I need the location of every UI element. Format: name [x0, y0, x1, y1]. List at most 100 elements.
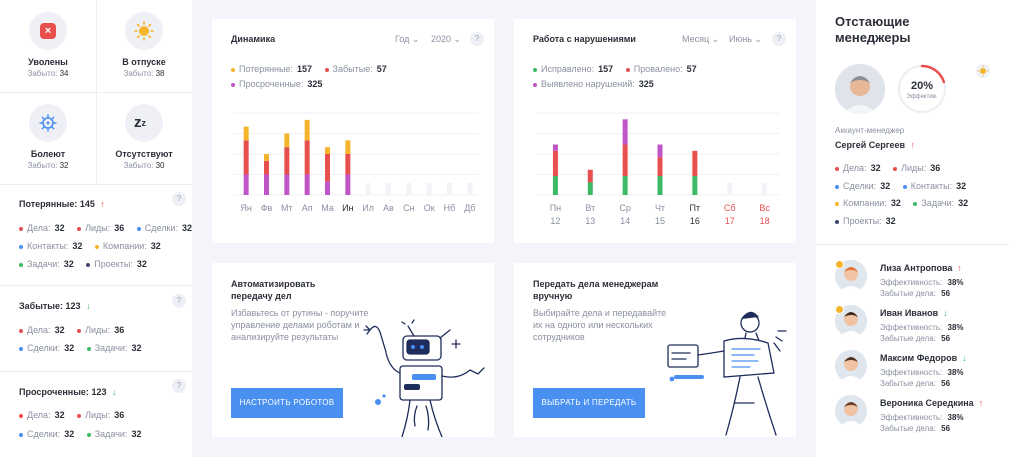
stat-line: Сделки: 32 Контакты: 32 — [835, 181, 976, 191]
year-filter-dropdown[interactable]: Год ⌄ — [395, 34, 419, 45]
bar-segment — [657, 176, 663, 195]
status-tile-title: Уволены — [28, 57, 68, 67]
transfer-illustration — [667, 311, 787, 436]
help-button[interactable]: ? — [772, 32, 786, 46]
tile-divider-bottom — [0, 184, 192, 185]
tick-label: 13 — [585, 216, 595, 226]
stat-key: Сделки: — [27, 343, 61, 353]
settings-sun-button[interactable] — [976, 64, 990, 78]
stat-value: 32 — [958, 198, 969, 208]
select-transfer-button[interactable]: ВЫБРАТЬ И ПЕРЕДАТЬ — [533, 388, 645, 418]
manager-name-text: Вероника Середкина — [880, 398, 974, 408]
bar-placeholder — [365, 183, 371, 195]
forgot-label: Забытые дела: — [880, 334, 936, 343]
tick-label: Мт — [281, 203, 293, 213]
status-tile-fired[interactable]: × Уволены Забыто: 34 — [0, 0, 96, 92]
stat-value: 32 — [63, 259, 74, 269]
setup-robots-button[interactable]: НАСТРОИТЬ РОБОТОВ — [231, 388, 343, 418]
tick-label: Ин — [342, 203, 353, 213]
arrow-up-icon: ↑ — [957, 263, 962, 273]
manager-efficiency: Эффективность: 38% — [880, 413, 964, 422]
stat-value: 32 — [54, 410, 65, 420]
stat-value: 32 — [54, 223, 65, 233]
arrow-down-icon: ↓ — [962, 353, 967, 363]
arrow-down-icon: ↓ — [86, 301, 91, 311]
dynamics-card: Динамика Год ⌄ 2020 ⌄ ? Потерянные: 157 З… — [212, 19, 494, 243]
period-value: Месяц — [682, 34, 710, 44]
person-avatar-icon — [835, 350, 867, 382]
bar-segment — [552, 144, 558, 151]
stat-value: 32 — [72, 241, 83, 251]
year-value-dropdown[interactable]: 2020 ⌄ — [431, 34, 461, 45]
bar-placeholder — [406, 183, 412, 195]
stat-key: Проекты: — [94, 259, 133, 269]
manager-row[interactable]: Иван Иванов ↓ Эффективность: 38% Забытые … — [816, 303, 1009, 345]
avatar[interactable] — [835, 64, 885, 114]
bar-segment — [622, 144, 628, 177]
manager-row[interactable]: Вероника Середкина ↑ Эффективность: 38% З… — [816, 393, 1009, 435]
stat-key: Сделки: — [144, 223, 178, 233]
promo-title: Автоматизировать передачу дел — [231, 279, 316, 301]
help-button[interactable]: ? — [172, 379, 186, 393]
period-filter-dropdown[interactable]: Месяц ⌄ — [682, 34, 719, 45]
status-tile-sick[interactable]: Болеют Забыто: 32 — [0, 92, 96, 184]
bar-segment — [657, 144, 663, 158]
close-icon: × — [40, 23, 56, 39]
tick-label: 17 — [725, 216, 735, 226]
help-button[interactable]: ? — [172, 192, 186, 206]
stat-key: Задачи: — [94, 429, 128, 439]
tick-label: 18 — [760, 216, 770, 226]
stat-value: 32 — [136, 259, 147, 269]
stat-value: 32 — [64, 429, 75, 439]
status-tile-vacation[interactable]: В отпуске Забыто: 38 — [96, 0, 192, 92]
tick-label: Вт — [585, 203, 595, 213]
help-button[interactable]: ? — [470, 32, 484, 46]
manager-name-text: Лиза Антропова — [880, 263, 953, 273]
manager-row[interactable]: Лиза Антропова ↑ Эффективность: 38% Забыт… — [816, 258, 1009, 300]
bar-segment — [692, 150, 698, 177]
bar-segment — [345, 174, 351, 195]
section-divider — [0, 371, 192, 372]
status-tile-sub-value: 34 — [59, 69, 69, 78]
stat-line: Проекты: 32 — [835, 216, 906, 226]
legend-value: 57 — [686, 64, 697, 74]
status-tile-sub-label: Забыто: — [27, 69, 58, 78]
forgot-value: 56 — [941, 379, 951, 388]
tick-label: Пт — [690, 203, 701, 213]
stat-value: 32 — [131, 429, 142, 439]
stat-key: Контакты: — [910, 181, 953, 191]
month-filter-dropdown[interactable]: Июнь ⌄ — [729, 34, 762, 45]
bar-segment — [622, 176, 628, 195]
bar-segment — [264, 154, 269, 161]
tick-label: Ср — [619, 203, 631, 213]
manager-forgotten: Забытые дела: 56 — [880, 289, 950, 298]
stat-value: 36 — [114, 325, 125, 335]
sun-badge-icon — [835, 260, 844, 269]
bar-segment — [692, 176, 698, 195]
manager-efficiency: Эффективность: 38% — [880, 368, 964, 377]
manager-name[interactable]: Сергей Сергеев ↑ — [835, 140, 915, 150]
manager-row[interactable]: Максим Федоров ↓ Эффективность: 38% Забыт… — [816, 348, 1009, 390]
robot-illustration — [363, 319, 485, 437]
manager-efficiency: Эффективность: 38% — [880, 278, 964, 287]
help-button[interactable]: ? — [172, 294, 186, 308]
stat-key: Компании: — [843, 198, 887, 208]
eff-label: Эффективность: — [880, 278, 943, 287]
bar-segment — [552, 150, 558, 177]
bar-segment — [325, 181, 330, 195]
stat-value: 32 — [150, 241, 161, 251]
stat-key: Сделки: — [843, 181, 877, 191]
forgot-label: Забытые дела: — [880, 379, 936, 388]
bar-segment — [243, 140, 249, 175]
arrow-down-icon: ↓ — [111, 387, 117, 397]
stat-line: Задачи: 32 Проекты: 32 — [19, 259, 157, 269]
legend-value: 325 — [307, 79, 323, 89]
bar-segment — [284, 174, 290, 195]
bar-placeholder — [386, 183, 391, 195]
promo-desc: Избавьтесь от рутины - поручите управлен… — [231, 308, 369, 342]
status-tile-title: Отсутствуют — [115, 149, 173, 159]
efficiency-label: Эффектив. — [906, 94, 938, 100]
status-tile-absent[interactable]: zz Отсутствуют Забыто: 30 — [96, 92, 192, 184]
eff-label: Эффективность: — [880, 368, 943, 377]
bar-segment — [284, 147, 290, 175]
